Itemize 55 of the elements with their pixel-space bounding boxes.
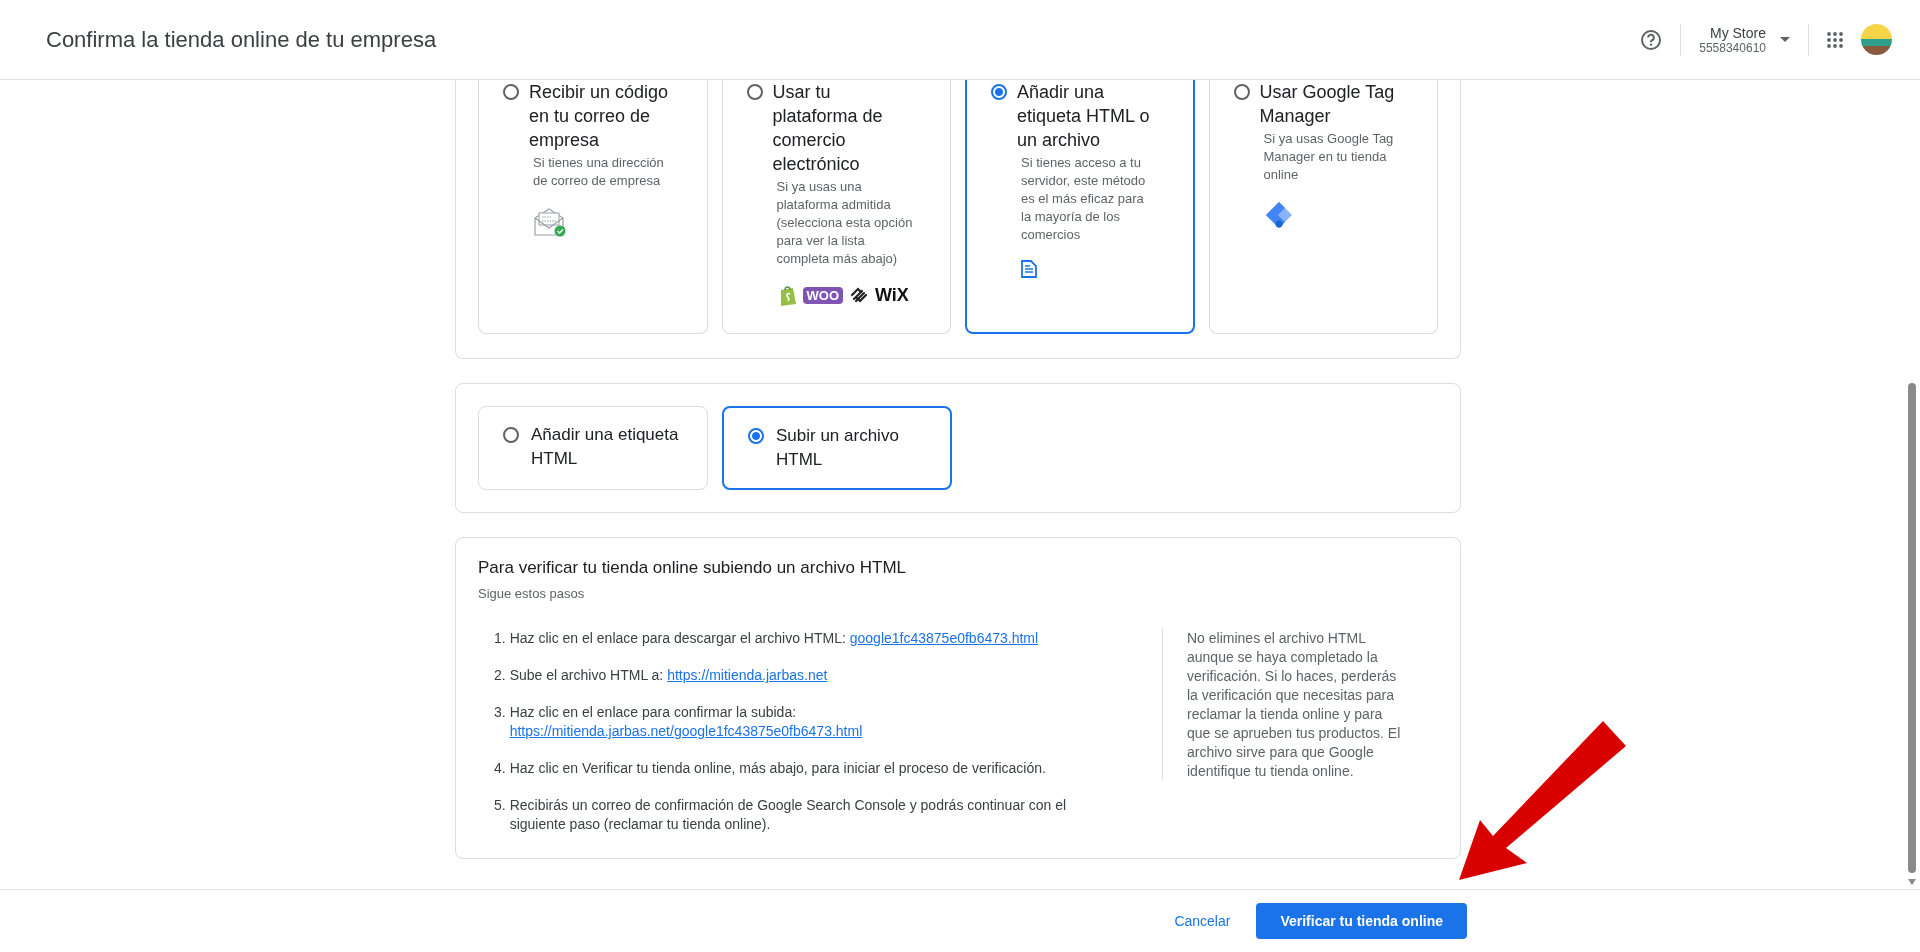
- step-number: 3.: [494, 703, 506, 722]
- wix-logo: WiX: [875, 284, 909, 306]
- method-option-card[interactable]: Añadir una etiqueta HTML o un archivo Si tienes acceso a tu servidor, este método es el más eficaz para la mayoría de los comercios: [965, 80, 1195, 334]
- option-title: Usar Google Tag Manager: [1259, 81, 1396, 128]
- option-description: Si tienes acceso a tu servidor, este método es el más eficaz para la mayoría de los comercios: [1021, 154, 1147, 244]
- account-name: My Store: [1710, 24, 1766, 41]
- step-number: 4.: [494, 759, 506, 778]
- upload-option-card[interactable]: Subir un archivo HTML: [722, 406, 952, 490]
- step-link[interactable]: https://mitienda.jarbas.net: [667, 667, 828, 683]
- avatar[interactable]: [1861, 24, 1892, 55]
- cancel-button[interactable]: Cancelar: [1164, 905, 1241, 937]
- envelope-check-icon: [533, 206, 567, 238]
- radio-button[interactable]: [991, 84, 1007, 100]
- step-number: 2.: [494, 666, 506, 685]
- page-title: Confirma la tienda online de tu empresa: [46, 26, 437, 53]
- option-description: Si ya usas una plataforma admitida (selecciona esta opción para ver la lista completa más abajo): [776, 178, 914, 268]
- option-label: Añadir una etiqueta HTML: [531, 424, 680, 470]
- document-icon: [1021, 260, 1037, 278]
- step-number: 5.: [494, 796, 506, 815]
- option-description: Si ya usas Google Tag Manager en tu tienda online: [1263, 130, 1395, 184]
- method-option-card[interactable]: Usar tu plataforma de comercio electrónico Si ya usas una plataforma admitida (selecciona esta opción para ver la lista completa más abajo) WOO WiX: [721, 80, 951, 334]
- upload-option-card[interactable]: Añadir una etiqueta HTML: [478, 406, 708, 490]
- instructions-title: Para verificar tu tienda online subiendo un archivo HTML: [478, 558, 908, 578]
- radio-button[interactable]: [748, 428, 764, 444]
- option-title: Recibir un código en tu correo de empresa: [529, 81, 670, 152]
- help-icon[interactable]: [1640, 28, 1663, 51]
- option-description: Si tienes una dirección de correo de empresa: [533, 154, 665, 190]
- verify-button[interactable]: Verificar tu tienda online: [1256, 903, 1467, 939]
- scroll-down-icon[interactable]: [1908, 879, 1916, 885]
- shopping-bag-logo-icon: [778, 284, 797, 306]
- radio-button[interactable]: [503, 84, 519, 100]
- step-link[interactable]: google1fc43875e0fb6473.html: [849, 630, 1039, 646]
- step-text: Recibirás un correo de confirmación de Google Search Console y podrás continuar con el siguiente paso (reclamar tu tienda online).: [509, 797, 1067, 832]
- option-label: Subir un archivo HTML: [776, 425, 900, 471]
- instructions-subtitle: Sigue estos pasos: [478, 586, 586, 601]
- option-title: Usar tu plataforma de comercio electrónico: [772, 81, 884, 176]
- scrollbar-thumb[interactable]: [1908, 383, 1916, 873]
- step-text: Haz clic en el enlace para descargar el archivo HTML:: [509, 630, 846, 646]
- step-text: Sube el archivo HTML a:: [509, 667, 664, 683]
- step-text: Haz clic en el enlace para confirmar la subida:: [509, 704, 797, 720]
- woo-logo: WOO: [802, 286, 843, 304]
- note-text: No elimines el archivo HTML aunque se haya completado la verificación. Si lo haces, perderás la verificación que necesitas para reclamar la tienda online y para que se aprueben tus productos. El archivo sirve para que Google identifique tu tienda online.: [1162, 629, 1401, 779]
- step-number: 1.: [494, 629, 506, 648]
- radio-button[interactable]: [503, 427, 519, 443]
- step-text: Haz clic en Verificar tu tienda online, más abajo, para iniciar el proceso de verificación.: [509, 760, 1046, 776]
- radio-button[interactable]: [1233, 84, 1250, 100]
- method-option-card[interactable]: Usar Google Tag Manager Si ya usas Google Tag Manager en tu tienda online: [1208, 80, 1438, 334]
- method-option-card[interactable]: Recibir un código en tu correo de empresa Si tienes una dirección de correo de empresa: [478, 80, 708, 334]
- option-title: Añadir una etiqueta HTML o un archivo: [1017, 81, 1151, 152]
- interlocked-squares-logo-icon: [849, 286, 869, 304]
- apps-grid-icon[interactable]: [1827, 31, 1843, 48]
- dropdown-caret-icon[interactable]: [1780, 37, 1790, 42]
- step-link[interactable]: https://mitienda.jarbas.net/google1fc43875e0fb6473.html: [509, 723, 863, 739]
- radio-button[interactable]: [746, 84, 763, 100]
- account-id: 5558340610: [1699, 40, 1766, 55]
